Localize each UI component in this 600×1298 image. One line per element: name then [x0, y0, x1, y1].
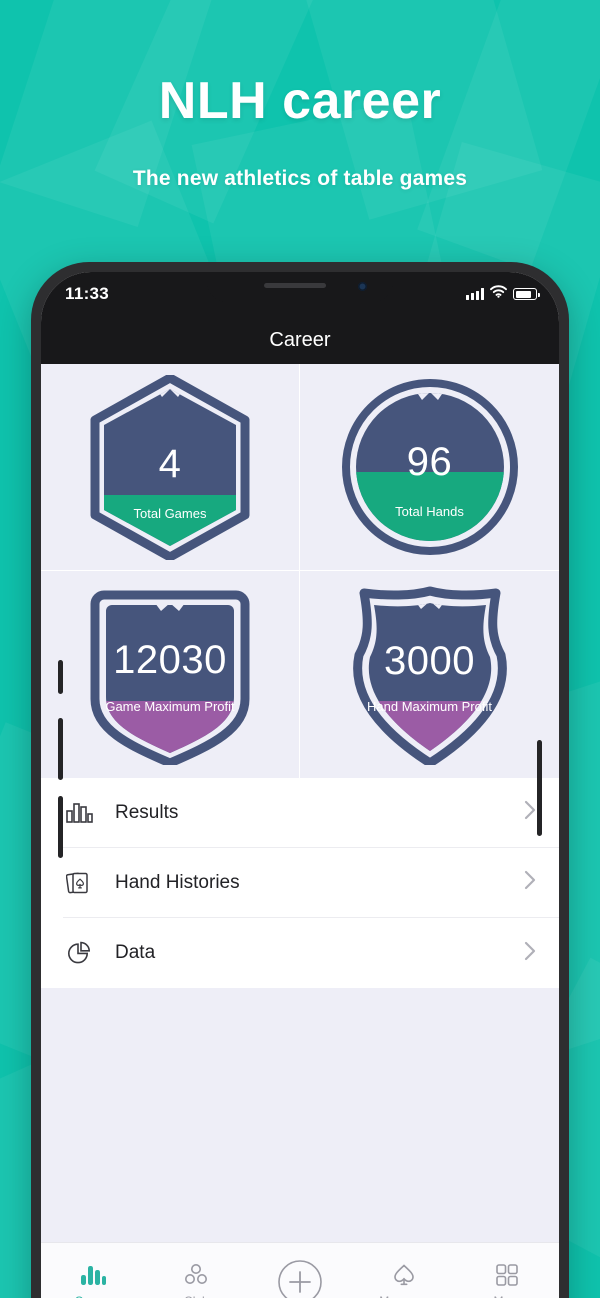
list-item-label: Data — [115, 942, 156, 963]
grid-squares-icon — [495, 1262, 519, 1288]
tab-bar: Career Club — [41, 1242, 559, 1298]
content-filler — [41, 988, 559, 1242]
cellular-signal-icon — [466, 288, 484, 300]
hexagon-badge-icon — [90, 374, 250, 560]
chevron-right-icon — [523, 939, 537, 968]
phone-power-button[interactable] — [537, 740, 542, 836]
list-item-results[interactable]: Results — [63, 778, 559, 848]
plus-circle-icon — [277, 1259, 323, 1298]
tab-label: Club — [184, 1294, 209, 1298]
stat-card-total-games[interactable]: 4 Total Games — [41, 364, 300, 571]
stat-card-hand-maximum-profit[interactable]: 3000 Hand Maximum Profit — [300, 571, 559, 778]
stat-card-game-maximum-profit[interactable]: 12030 Game Maximum Profit — [41, 571, 300, 778]
cards-spade-icon — [63, 870, 95, 896]
status-bar: 11:33 — [41, 272, 559, 316]
list-item-label: Hand Histories — [115, 871, 240, 893]
list-item-hand-histories[interactable]: Hand Histories — [63, 848, 559, 918]
hero-title: NLH career — [158, 72, 442, 130]
hero-subtitle: The new athletics of table games — [132, 166, 468, 190]
phone-volume-down-button[interactable] — [58, 796, 63, 858]
chevron-right-icon — [523, 798, 537, 827]
phone-bezel: 11:33 Career 4 Total Games 96 Total Hand… — [41, 272, 559, 1298]
hero-text: NLH career The new athletics of table ga… — [0, 74, 600, 191]
tab-label: Message — [379, 1294, 428, 1298]
stats-grid: 4 Total Games 96 Total Hands 12030 Game … — [41, 364, 559, 778]
shield-badge-icon — [90, 590, 250, 765]
menu-list: Results Hand Histories Data — [41, 778, 559, 988]
nav-bar: Career — [41, 316, 559, 364]
page-title: Career — [269, 328, 331, 351]
spade-icon — [391, 1262, 417, 1288]
status-time: 11:33 — [65, 284, 110, 303]
bar-chart-icon — [63, 801, 95, 825]
top-bar: 11:33 Career — [41, 272, 559, 364]
tab-career[interactable]: Career — [41, 1243, 145, 1298]
bar-chart-filled-icon — [80, 1262, 106, 1288]
list-item-data[interactable]: Data — [63, 918, 559, 988]
tab-more[interactable]: More — [455, 1243, 559, 1298]
phone-volume-up-button[interactable] — [58, 718, 63, 780]
status-icons — [466, 285, 540, 303]
list-item-label: Results — [115, 801, 179, 823]
promo-screenshot: NLH career The new athletics of table ga… — [0, 0, 600, 1298]
tab-add[interactable] — [248, 1243, 352, 1298]
battery-icon — [513, 288, 540, 300]
circles-group-icon — [183, 1262, 209, 1288]
phone-mockup: 11:33 Career 4 Total Games 96 Total Hand… — [31, 262, 569, 1298]
tab-label: Career — [74, 1294, 111, 1298]
phone-mute-switch[interactable] — [58, 660, 63, 694]
tab-label: More — [494, 1294, 521, 1298]
pie-chart-icon — [63, 940, 95, 966]
crest-badge-icon — [352, 586, 507, 765]
circle-badge-icon — [341, 379, 518, 555]
tab-club[interactable]: Club — [145, 1243, 249, 1298]
chevron-right-icon — [523, 868, 537, 897]
stat-card-total-hands[interactable]: 96 Total Hands — [300, 364, 559, 571]
phone-screen: 11:33 Career 4 Total Games 96 Total Hand… — [41, 272, 559, 1298]
tab-message[interactable]: Message — [352, 1243, 456, 1298]
wifi-icon — [490, 285, 507, 303]
